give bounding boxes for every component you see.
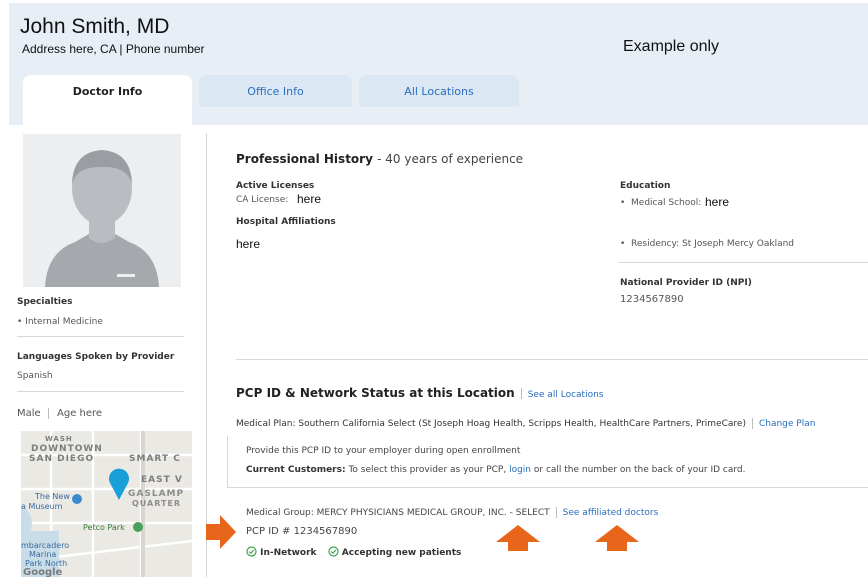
map-label: EAST V bbox=[141, 475, 183, 485]
education-label: Education bbox=[620, 181, 671, 191]
medical-school-label: • Medical School: bbox=[620, 198, 702, 208]
separator bbox=[48, 408, 49, 419]
pcp-section-title: PCP ID & Network Status at this Location… bbox=[236, 386, 603, 400]
gender-value: Male bbox=[17, 408, 41, 419]
medical-plan-row: Medical Plan: Southern California Select… bbox=[236, 418, 815, 429]
check-circle-icon bbox=[246, 546, 257, 557]
npi-label: National Provider ID (NPI) bbox=[620, 278, 752, 288]
current-customers-text-2: or call the number on the back of your I… bbox=[533, 465, 746, 475]
separator bbox=[520, 388, 522, 399]
check-circle-icon bbox=[328, 546, 339, 557]
divider bbox=[618, 262, 868, 263]
change-plan-link[interactable]: Change Plan bbox=[759, 419, 815, 429]
specialty-item: • Internal Medicine bbox=[17, 317, 103, 327]
experience-text: - 40 years of experience bbox=[377, 152, 524, 166]
park-marker-icon bbox=[133, 522, 143, 532]
sidebar: Specialties • Internal Medicine Language… bbox=[17, 125, 207, 577]
pcp-title-text: PCP ID & Network Status at this Location bbox=[236, 386, 515, 400]
accepting-patients-text: Accepting new patients bbox=[341, 548, 462, 558]
section-title-text: Professional History bbox=[236, 152, 373, 166]
separator bbox=[555, 507, 557, 518]
age-value: Age here bbox=[57, 408, 103, 419]
residency-text: Residency: St Joseph Mercy Oakland bbox=[631, 239, 795, 249]
see-all-locations-link[interactable]: See all Locations bbox=[528, 390, 604, 400]
languages-label: Languages Spoken by Provider bbox=[17, 352, 175, 362]
hospital-affiliations-value: here bbox=[236, 237, 261, 251]
ca-license-label: CA License: bbox=[236, 195, 289, 205]
main-content: Professional History - 40 years of exper… bbox=[207, 125, 868, 577]
map-label: SMART C bbox=[129, 454, 181, 464]
medical-group-value: MERCY PHYSICIANS MEDICAL GROUP, INC. - S… bbox=[316, 508, 550, 518]
pcp-id: PCP ID # 1234567890 bbox=[246, 526, 358, 537]
map-street: WASH bbox=[45, 435, 73, 443]
ca-license-value: here bbox=[297, 192, 322, 206]
map-label: mbarcadero bbox=[21, 541, 70, 550]
current-customers-text: To select this provider as your PCP, bbox=[348, 465, 507, 475]
separator bbox=[751, 418, 753, 429]
divider bbox=[17, 336, 184, 337]
hospital-affiliations-label: Hospital Affiliations bbox=[236, 217, 336, 227]
tab-doctor-info[interactable]: Doctor Info bbox=[23, 75, 192, 128]
map-attribution: Google bbox=[23, 567, 63, 577]
see-affiliated-doctors-link[interactable]: See affiliated doctors bbox=[563, 508, 659, 518]
npi-value: 1234567890 bbox=[620, 294, 684, 305]
map-label: QUARTER bbox=[132, 499, 182, 508]
medical-plan-label: Medical Plan: bbox=[236, 419, 296, 429]
provider-name: John Smith, MD bbox=[20, 15, 170, 38]
tab-office-info[interactable]: Office Info bbox=[199, 75, 352, 107]
medical-school-value: here bbox=[705, 195, 730, 209]
provider-header: John Smith, MD Address here, CA | Phone … bbox=[9, 3, 868, 128]
login-link[interactable]: login bbox=[509, 465, 531, 475]
medical-school-text: Medical School: bbox=[631, 198, 702, 208]
current-customers-label: Current Customers: bbox=[246, 465, 346, 475]
map-pin-icon[interactable] bbox=[107, 467, 131, 501]
annotation-arrow-right-icon bbox=[206, 515, 236, 549]
specialty-text: Internal Medicine bbox=[25, 317, 103, 327]
current-customers-row: Current Customers: To select this provid… bbox=[246, 465, 746, 475]
in-network-text: In-Network bbox=[260, 548, 317, 558]
example-note: Example only bbox=[623, 38, 720, 55]
map-poi: a Museum bbox=[21, 502, 63, 511]
location-map[interactable]: WASH DOWNTOWN SAN DIEGO SMART C EAST V G… bbox=[21, 431, 192, 577]
active-licenses-label: Active Licenses bbox=[236, 181, 315, 191]
network-status-row: In-Network Accepting new patients bbox=[246, 546, 461, 558]
map-label: Marina bbox=[29, 550, 57, 559]
language-value: Spanish bbox=[17, 371, 53, 381]
pcp-info-panel: Provide this PCP ID to your employer dur… bbox=[227, 436, 868, 488]
map-poi: Petco Park bbox=[83, 523, 125, 532]
museum-marker-icon bbox=[72, 494, 82, 504]
provide-pcp-text: Provide this PCP ID to your employer dur… bbox=[246, 446, 521, 456]
residency-item: • Residency: St Joseph Mercy Oakland bbox=[620, 239, 795, 249]
specialties-label: Specialties bbox=[17, 297, 73, 307]
medical-group-label: Medical Group: bbox=[246, 508, 314, 518]
map-label: GASLAMP bbox=[128, 489, 185, 499]
tab-all-locations[interactable]: All Locations bbox=[359, 75, 519, 107]
divider bbox=[17, 391, 184, 392]
annotation-arrow-up-icon bbox=[496, 525, 540, 551]
annotation-arrow-up-icon bbox=[595, 525, 639, 551]
map-label: DOWNTOWN bbox=[31, 444, 103, 454]
provider-address: Address here, CA | Phone number bbox=[22, 42, 205, 56]
professional-history-title: Professional History - 40 years of exper… bbox=[236, 152, 523, 166]
medical-plan-value: Southern California Select (St Joseph Ho… bbox=[298, 419, 746, 429]
avatar-placeholder-icon bbox=[23, 134, 181, 287]
section-divider bbox=[236, 359, 868, 360]
doctor-avatar bbox=[23, 134, 181, 287]
medical-group-row: Medical Group: MERCY PHYSICIANS MEDICAL … bbox=[246, 507, 658, 518]
map-poi: The New bbox=[35, 492, 70, 501]
map-label: SAN DIEGO bbox=[29, 454, 95, 464]
